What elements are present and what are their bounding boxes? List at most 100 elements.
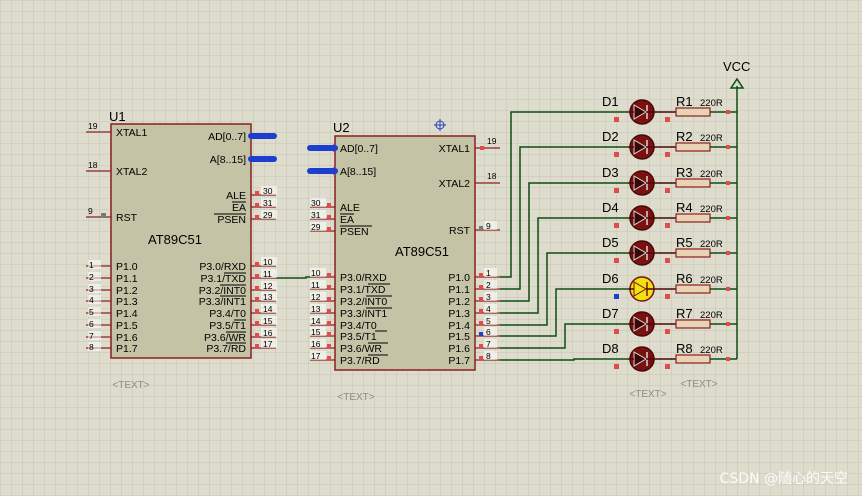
pin-label: P3.5/T1 xyxy=(209,320,246,332)
resistor-ref: R2 xyxy=(676,129,693,144)
resistor-body[interactable] xyxy=(675,107,711,117)
pin-number: 7 xyxy=(89,331,94,341)
led-ref: D4 xyxy=(602,200,619,215)
pin-label: AD[0..7] xyxy=(208,131,246,143)
pin-number: 3 xyxy=(89,284,94,294)
pin-label: P1.1 xyxy=(448,284,470,296)
pin-number: 17 xyxy=(263,339,273,349)
pin-label: P3.5/T1 xyxy=(340,331,377,343)
led-ref: D1 xyxy=(602,94,619,109)
led-ref: D5 xyxy=(602,235,619,250)
resistor-body[interactable] xyxy=(675,142,711,152)
pin-label: A[8..15] xyxy=(210,154,246,166)
resistor-body[interactable] xyxy=(675,248,711,258)
pin-number: 31 xyxy=(263,198,273,208)
pin-number: 11 xyxy=(263,269,272,279)
chip-ref: U2 xyxy=(333,120,350,135)
pin-number: 13 xyxy=(311,304,321,314)
pin-number: 8 xyxy=(486,351,491,361)
resistor-value: 220R xyxy=(700,275,723,286)
pin-marker xyxy=(479,332,483,336)
pin-marker xyxy=(327,215,331,219)
led-text-placeholder: <TEXT> xyxy=(629,389,666,400)
pin-number: 11 xyxy=(311,280,320,290)
pin-marker xyxy=(665,188,670,193)
resistor-value: 220R xyxy=(700,169,723,180)
pin-number: 14 xyxy=(263,304,273,314)
pin-number: 2 xyxy=(486,280,491,290)
pin-marker xyxy=(726,287,730,291)
pin-marker xyxy=(255,191,259,195)
pin-marker xyxy=(255,344,259,348)
pin-number: 5 xyxy=(89,307,94,317)
pin-number: 5 xyxy=(486,316,491,326)
pin-number: 6 xyxy=(89,319,94,329)
chip-u1[interactable]: U1 AT89C51 <TEXT> XTAL1 19 XTAL2 18 RST 9 P1.0 1 P1… xyxy=(86,109,277,391)
led-ref: D3 xyxy=(602,165,619,180)
pin-label: P1.6 xyxy=(448,343,470,355)
resistor-value: 220R xyxy=(700,98,723,109)
pin-marker xyxy=(479,344,483,348)
pin-label: EA xyxy=(232,202,246,214)
resistor-body[interactable] xyxy=(675,354,711,364)
chip-ref: U1 xyxy=(109,109,126,124)
resistor-ref: R7 xyxy=(676,306,693,321)
pin-label: P3.3/INT1 xyxy=(340,308,387,320)
pin-marker xyxy=(255,274,259,278)
pin-marker xyxy=(665,364,670,369)
pin-marker xyxy=(479,297,483,301)
resistor-ref: R5 xyxy=(676,235,693,250)
pin-label: P3.0/RXD xyxy=(340,272,387,284)
pin-marker xyxy=(726,110,730,114)
resistor-body[interactable] xyxy=(675,213,711,223)
pin-label: RST xyxy=(449,225,471,237)
resistor-body[interactable] xyxy=(675,284,711,294)
chip-u2[interactable]: U2AT89C51<TEXT>AD[0..7]A[8..15]ALE30EA31… xyxy=(307,119,500,403)
led-ref: D2 xyxy=(602,129,619,144)
pin-number: 19 xyxy=(88,121,98,131)
schematic-canvas[interactable]: U1 AT89C51 <TEXT> XTAL1 19 XTAL2 18 RST 9 P1.0 1 P1… xyxy=(0,0,862,496)
pin-label: P3.4/T0 xyxy=(209,308,246,320)
resistor-value: 220R xyxy=(700,239,723,250)
pin-marker xyxy=(726,322,730,326)
pin-marker xyxy=(614,223,619,228)
pin-marker xyxy=(665,117,670,122)
resistor-body[interactable] xyxy=(675,178,711,188)
pin-marker xyxy=(255,297,259,301)
pin-label: XTAL1 xyxy=(116,127,147,139)
pin-marker xyxy=(665,329,670,334)
pin-number: 29 xyxy=(311,222,321,232)
pin-number: 17 xyxy=(311,351,321,361)
pin-marker xyxy=(101,213,106,218)
pin-number: 29 xyxy=(263,210,273,220)
pin-label: P1.7 xyxy=(448,355,470,367)
watermark: CSDN @随心的天空 xyxy=(719,471,848,487)
pin-number: 1 xyxy=(486,268,491,278)
pin-number: 10 xyxy=(263,257,273,267)
schematic-svg[interactable]: U1AT89C51<TEXT>XTAL119XTAL218RST9P1.01P1… xyxy=(0,0,862,496)
pin-number: 3 xyxy=(486,292,491,302)
pin-label: P3.6/WR xyxy=(340,343,382,355)
pin-marker xyxy=(614,117,619,122)
pin-number: 12 xyxy=(263,281,273,291)
pin-label: P1.3 xyxy=(116,296,138,308)
resistor-body[interactable] xyxy=(675,319,711,329)
text-placeholder: <TEXT> xyxy=(112,380,149,391)
pin-number: 15 xyxy=(263,316,273,326)
pin-label: XTAL2 xyxy=(439,178,470,190)
resistor-ref: R6 xyxy=(676,271,693,286)
led-ref: D6 xyxy=(602,271,619,286)
resistor-value: 220R xyxy=(700,133,723,144)
res-text-placeholder: <TEXT> xyxy=(680,379,717,390)
pin-label: AD[0..7] xyxy=(340,143,378,155)
pin-marker xyxy=(479,309,483,313)
pin-marker xyxy=(327,321,331,325)
resistor-ref: R1 xyxy=(676,94,693,109)
pin-marker xyxy=(327,285,331,289)
resistor-ref: R8 xyxy=(676,341,693,356)
pin-marker xyxy=(327,227,331,231)
text-placeholder: <TEXT> xyxy=(337,392,374,403)
pin-number: 2 xyxy=(89,272,94,282)
pin-label: PSEN xyxy=(340,226,369,238)
pin-number: 16 xyxy=(311,339,321,349)
